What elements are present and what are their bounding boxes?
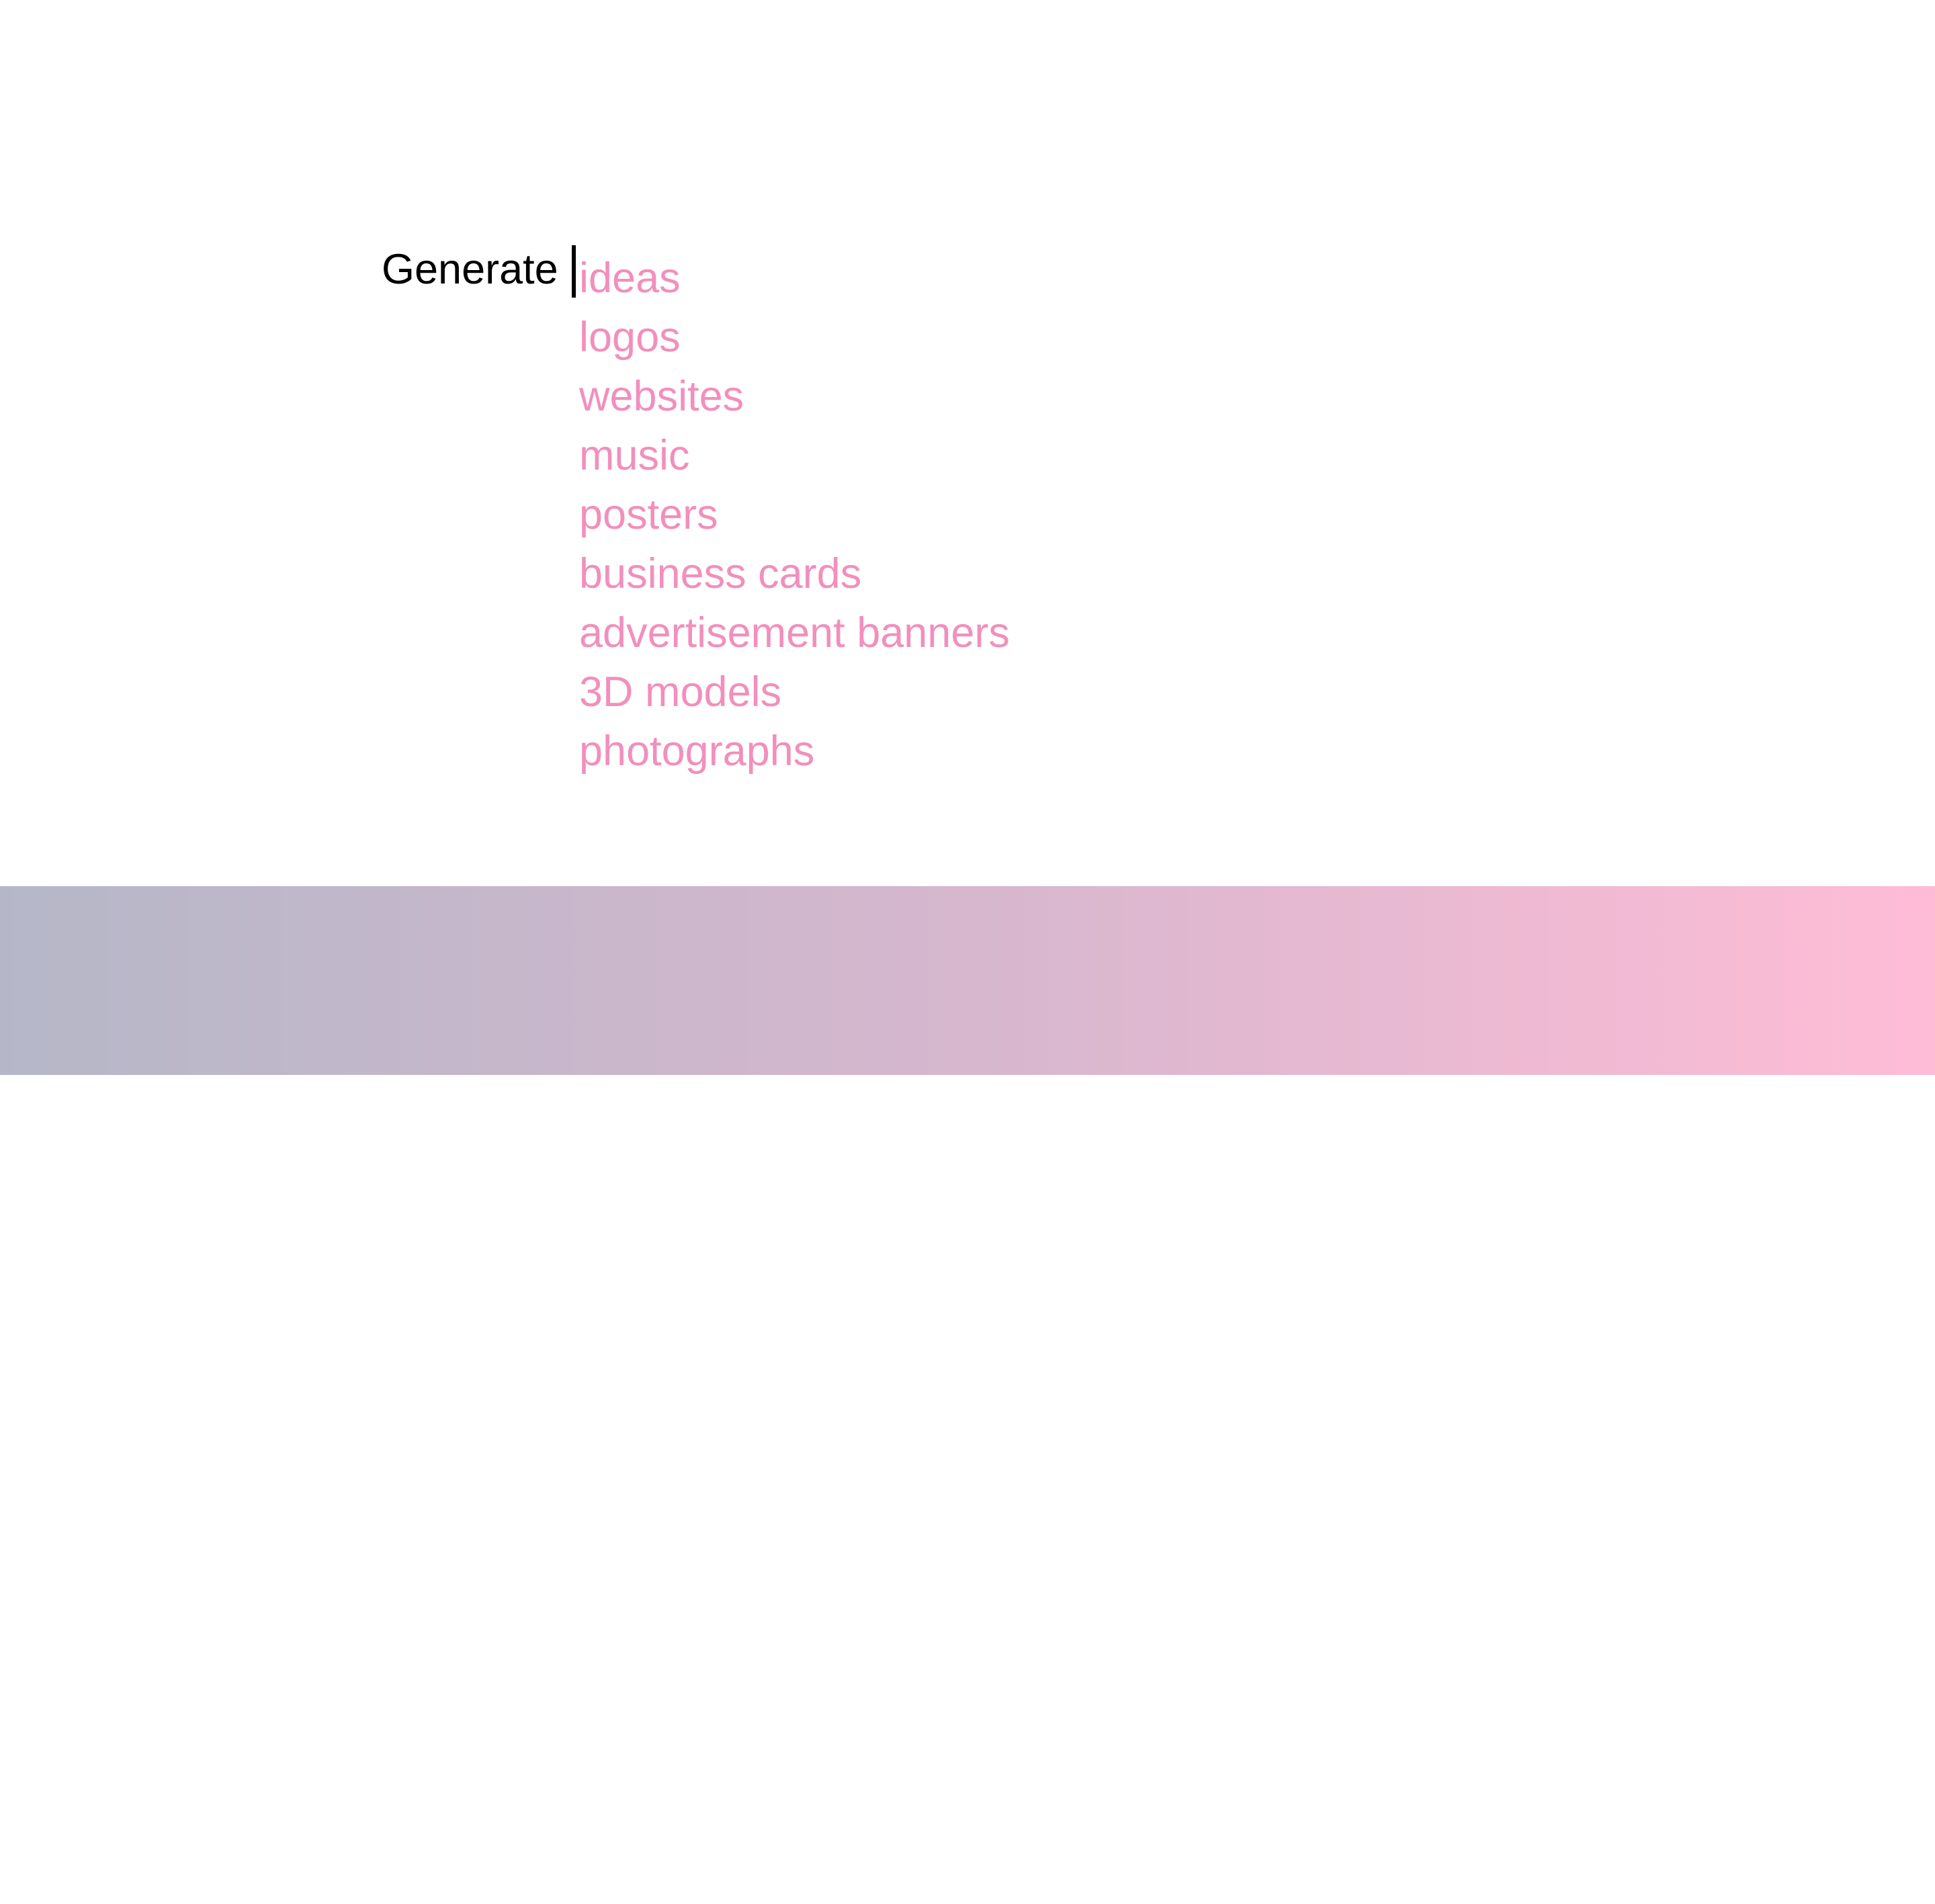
option-item[interactable]: logos: [579, 308, 1010, 367]
generate-stream-label: Generate Stream: [803, 1844, 1117, 1890]
option-item[interactable]: photographs: [579, 722, 1010, 781]
hero-section: Generate ideas logos websites music posters b…: [0, 0, 1935, 886]
options-list: ideas logos websites music posters business c…: [579, 249, 1010, 781]
generate-stream-button[interactable]: Generate Stream: [803, 1830, 1207, 1904]
option-item[interactable]: advertisement banners: [579, 603, 1010, 662]
prompt-word: Generate: [382, 246, 558, 293]
footer-bar: Generate Stream: [0, 886, 1935, 1890]
option-item[interactable]: ideas: [579, 249, 1010, 308]
text-cursor: [572, 245, 576, 298]
option-item[interactable]: websites: [579, 367, 1010, 426]
option-item[interactable]: 3D models: [579, 662, 1010, 722]
waves-icon: [1160, 1848, 1207, 1885]
option-item[interactable]: posters: [579, 485, 1010, 544]
option-item[interactable]: music: [579, 426, 1010, 485]
option-item[interactable]: business cards: [579, 544, 1010, 603]
